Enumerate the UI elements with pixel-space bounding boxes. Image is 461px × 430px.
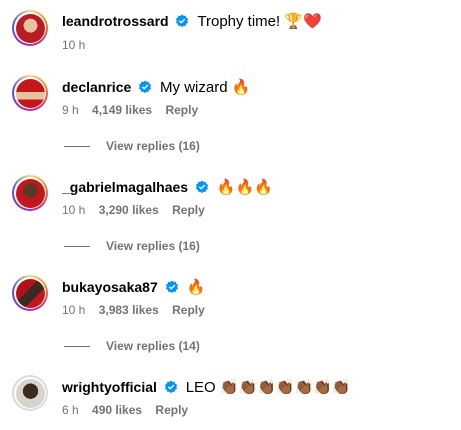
verified-badge-icon	[176, 14, 189, 28]
username[interactable]: wrightyofficial	[62, 379, 157, 395]
divider	[64, 146, 90, 148]
reply-button[interactable]: Reply	[155, 403, 188, 417]
username[interactable]: bukayosaka87	[62, 279, 158, 295]
comment-text: Trophy time! 🏆❤️	[197, 13, 322, 30]
avatar[interactable]	[12, 75, 48, 111]
comment-time: 10 h	[62, 38, 86, 52]
username[interactable]: _gabrielmagalhaes	[62, 179, 188, 195]
view-replies-label: View replies (16)	[106, 139, 200, 153]
likes-count[interactable]: 490 likes	[92, 403, 142, 417]
view-replies-label: View replies (14)	[106, 339, 200, 353]
comment-text: LEO 👏🏾👏🏾👏🏾👏🏾👏🏾👏🏾👏🏾	[185, 379, 351, 396]
reply-button[interactable]: Reply	[172, 303, 205, 317]
comment-time: 10 h	[62, 303, 86, 317]
avatar[interactable]	[12, 275, 48, 311]
view-replies-button[interactable]: View replies (14)	[64, 339, 200, 354]
username[interactable]: leandrotrossard	[62, 13, 169, 29]
verified-badge-icon	[139, 80, 152, 94]
avatar[interactable]	[12, 375, 48, 411]
divider	[64, 246, 90, 248]
view-replies-button[interactable]: View replies (16)	[64, 139, 200, 154]
comment-time: 10 h	[62, 203, 86, 217]
likes-count[interactable]: 4,149 likes	[92, 103, 152, 117]
comment-time: 9 h	[62, 103, 79, 117]
verified-badge-icon	[195, 180, 209, 194]
comment-text: My wizard 🔥	[160, 79, 251, 96]
likes-count[interactable]: 3,983 likes	[99, 303, 159, 317]
divider	[64, 346, 90, 348]
avatar[interactable]	[12, 10, 48, 46]
comment-text: 🔥	[186, 279, 206, 296]
verified-badge-icon	[164, 380, 177, 394]
reply-button[interactable]: Reply	[165, 103, 198, 117]
username[interactable]: declanrice	[62, 79, 131, 95]
avatar[interactable]	[12, 175, 48, 211]
comment-time: 6 h	[62, 403, 79, 417]
view-replies-button[interactable]: View replies (16)	[64, 239, 200, 254]
likes-count[interactable]: 3,290 likes	[99, 203, 159, 217]
reply-button[interactable]: Reply	[172, 203, 205, 217]
verified-badge-icon	[165, 280, 178, 294]
view-replies-label: View replies (16)	[106, 239, 200, 253]
comment-text: 🔥🔥🔥	[216, 179, 273, 196]
